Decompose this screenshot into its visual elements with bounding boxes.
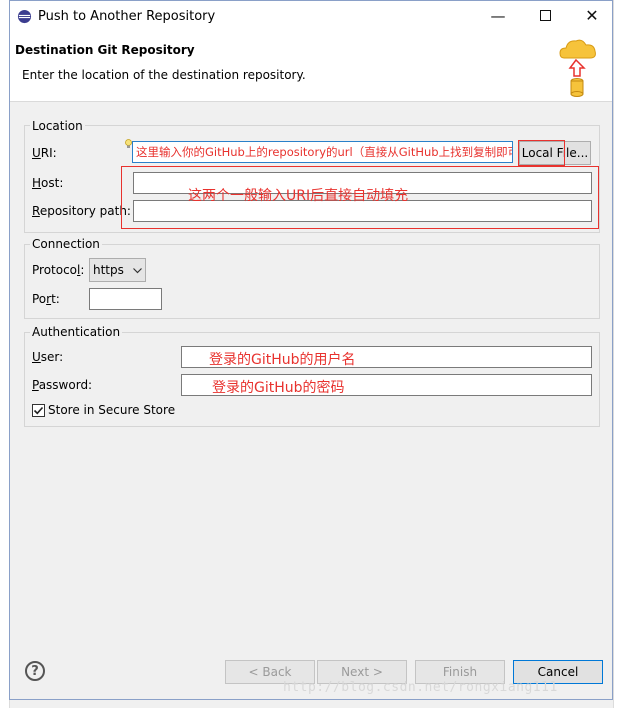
- location-group-label: Location: [30, 119, 85, 133]
- eclipse-icon: [17, 9, 32, 24]
- protocol-label: Protocol:: [32, 263, 85, 277]
- maximize-icon: [539, 10, 551, 21]
- uri-input[interactable]: 这里输入你的GitHub上的repository的url（直接从GitHub上找…: [132, 141, 513, 163]
- password-label: Password:: [32, 378, 93, 392]
- host-label: Host:: [32, 176, 64, 190]
- push-dialog: Push to Another Repository — ✕ Destinati…: [9, 0, 613, 700]
- background-window-right: [613, 0, 622, 708]
- store-secure-label: Store in Secure Store: [48, 403, 176, 417]
- minimize-button[interactable]: —: [483, 5, 513, 27]
- page-title: Destination Git Repository: [15, 43, 195, 57]
- port-input[interactable]: [89, 288, 162, 310]
- back-button-label: < Back: [248, 665, 292, 679]
- page-description: Enter the location of the destination re…: [22, 68, 306, 82]
- host-path-annotation: 这两个一般输入URI后直接自动填充: [188, 188, 409, 204]
- wizard-header: Destination Git Repository Enter the loc…: [10, 32, 612, 102]
- protocol-select[interactable]: https: [89, 258, 146, 282]
- finish-button-label: Finish: [442, 665, 478, 679]
- cancel-button-label: Cancel: [537, 665, 579, 679]
- port-label: Port:: [32, 292, 60, 306]
- title-bar: Push to Another Repository — ✕: [10, 1, 612, 32]
- maximize-button[interactable]: [530, 5, 560, 27]
- store-secure-checkbox[interactable]: [32, 404, 45, 417]
- chevron-down-icon: [133, 268, 142, 274]
- user-annotation: 登录的GitHub的用户名: [209, 352, 356, 368]
- content-assist-bulb-icon: [125, 139, 132, 148]
- protocol-value: https: [93, 263, 124, 277]
- watermark: http://blog.csdn.net/rongxiang111: [283, 680, 558, 695]
- repository-path-label: Repository path:: [32, 204, 131, 218]
- window-title: Push to Another Repository: [38, 9, 216, 24]
- password-annotation: 登录的GitHub的密码: [212, 380, 345, 396]
- close-button[interactable]: ✕: [577, 5, 607, 27]
- checkmark-icon: [33, 406, 44, 415]
- authentication-group-label: Authentication: [30, 325, 123, 339]
- uri-label: URI:: [32, 146, 57, 160]
- next-button-label: Next >: [341, 665, 383, 679]
- connection-group-label: Connection: [30, 237, 102, 251]
- help-icon[interactable]: ?: [25, 661, 45, 681]
- annotation-box-uri: [518, 140, 565, 166]
- cloud-upload-icon: [559, 39, 596, 97]
- user-label: User:: [32, 350, 64, 364]
